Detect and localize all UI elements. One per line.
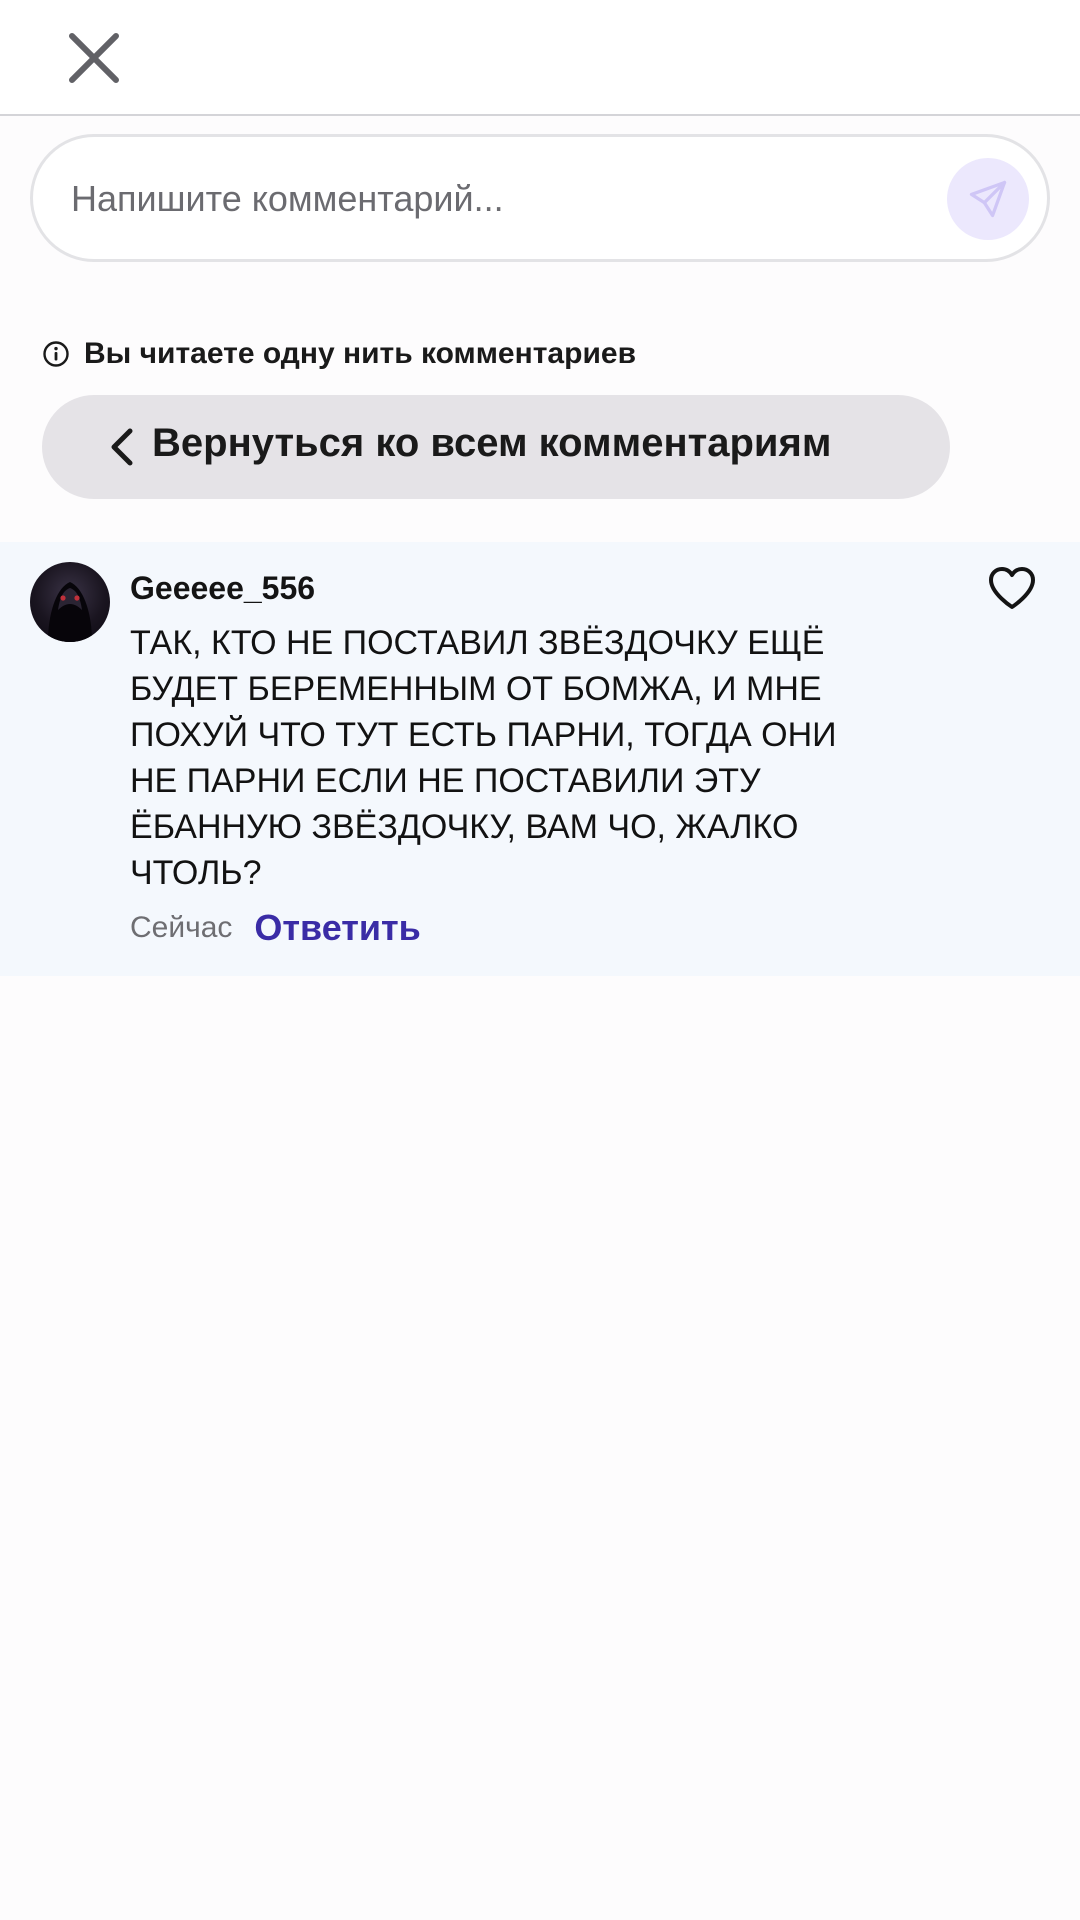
top-bar xyxy=(0,0,1080,116)
comment-author[interactable]: Geeeee_556 xyxy=(130,570,315,607)
comment-item: Geeeee_556 ТАК, КТО НЕ ПОСТАВИЛ ЗВЁЗДОЧК… xyxy=(0,542,1080,976)
comment-meta: Сейчас Ответить xyxy=(130,906,421,950)
comment-text-line: ЧТОЛЬ? xyxy=(130,854,262,892)
avatar-image xyxy=(48,582,92,642)
chevron-left-icon xyxy=(100,425,144,469)
comment-timestamp: Сейчас xyxy=(130,911,233,944)
comment-text-line: ЁБАННУЮ ЗВЁЗДОЧКУ, ВАМ ЧО, ЖАЛКО xyxy=(130,808,799,846)
send-icon xyxy=(969,180,1007,218)
send-button[interactable] xyxy=(947,158,1029,240)
comment-text-line: БУДЕТ БЕРЕМЕННЫМ ОТ БОМЖА, И МНЕ xyxy=(130,670,822,708)
back-button-label: Вернуться ко всем комментариям xyxy=(152,421,832,465)
comments-screen: Вы читаете одну нить комментариев Вернут… xyxy=(0,0,1080,1920)
like-button[interactable] xyxy=(982,560,1042,616)
comment-text: ТАК, КТО НЕ ПОСТАВИЛ ЗВЁЗДОЧКУ ЕЩЁ БУДЕТ… xyxy=(130,620,930,896)
heart-icon xyxy=(989,567,1035,609)
comment-text-line: ПОХУЙ ЧТО ТУТ ЕСТЬ ПАРНИ, ТОГДА ОНИ xyxy=(130,716,837,754)
comment-text-line: НЕ ПАРНИ ЕСЛИ НЕ ПОСТАВИЛИ ЭТУ xyxy=(130,762,761,800)
comment-input[interactable] xyxy=(71,163,931,235)
thread-notice-label: Вы читаете одну нить комментариев xyxy=(84,337,637,370)
reply-button[interactable]: Ответить xyxy=(254,907,420,949)
thread-notice: Вы читаете одну нить комментариев xyxy=(42,334,636,374)
comment-text-line: ТАК, КТО НЕ ПОСТАВИЛ ЗВЁЗДОЧКУ ЕЩЁ xyxy=(130,624,825,662)
back-to-all-comments-button[interactable]: Вернуться ко всем комментариям xyxy=(42,395,950,499)
avatar[interactable] xyxy=(30,562,110,642)
info-icon xyxy=(43,341,69,367)
comment-composer xyxy=(30,134,1050,262)
close-icon xyxy=(69,33,119,83)
close-button[interactable] xyxy=(56,24,132,92)
